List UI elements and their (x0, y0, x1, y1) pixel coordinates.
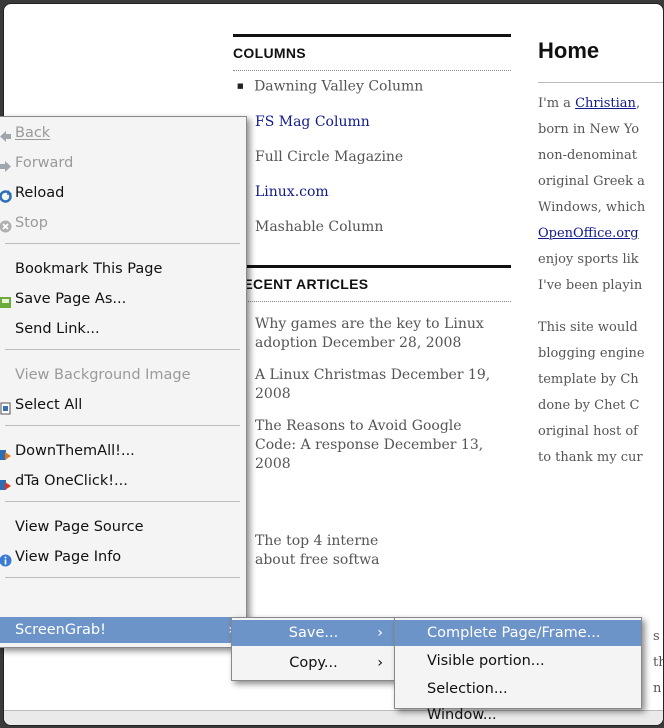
screengrab-submenu: Save... › Copy... › (231, 617, 396, 681)
christian-link[interactable]: Christian (575, 96, 636, 111)
menu-item-forward[interactable]: Forward (0, 150, 246, 176)
sidebar: COLUMNS Dawning Valley Column FS Mag Col… (233, 34, 511, 570)
save-submenu: Complete Page/Frame... Visible portion..… (394, 617, 642, 723)
article-item: A Linux Christmas December 19, 2008 (255, 366, 503, 404)
menu-item-window[interactable]: Window... (395, 702, 641, 728)
menu-item-send-link[interactable]: Send Link... (0, 316, 246, 342)
column-link-mashable[interactable]: Mashable Column (255, 219, 383, 235)
menu-item-selection[interactable]: Selection... (395, 676, 641, 702)
column-link-fsmag[interactable]: FS Mag Column (255, 114, 370, 130)
article-link[interactable]: about free softwa (255, 552, 379, 568)
menu-item-bookmark[interactable]: Bookmark This Page (0, 256, 246, 282)
info-icon (0, 550, 12, 567)
menu-item-view-source[interactable]: View Page Source (0, 514, 246, 540)
context-menu: Back Forward Reload Stop Bookmark This P… (0, 116, 247, 648)
home-text: I'm a Christian, born in New Yo non-deno… (538, 96, 646, 465)
menu-item-visible-portion[interactable]: Visible portion... (395, 648, 641, 674)
columns-widget-title: COLUMNS (233, 34, 511, 71)
forward-arrow-icon (0, 156, 12, 172)
column-link-linuxcom[interactable]: Linux.com (255, 184, 329, 200)
menu-item-save-page[interactable]: Save Page As... (0, 286, 246, 312)
article-date: December 28, 2008 (321, 334, 462, 351)
save-page-icon (0, 292, 12, 308)
article-item: Why games are the key to Linux adoption … (255, 315, 503, 353)
menu-item-stop[interactable]: Stop (0, 210, 246, 236)
reload-icon (0, 186, 12, 203)
menu-item-view-bg-image[interactable]: View Background Image (0, 362, 246, 388)
article-item: ■ The top 4 interne about free softwa (235, 532, 503, 570)
menu-item-copy[interactable]: Copy... › (232, 650, 395, 676)
select-all-icon (0, 398, 12, 415)
main-content: Home I'm a Christian, born in New Yo non… (538, 34, 663, 471)
openoffice-link[interactable]: OpenOffice.org (538, 226, 639, 241)
stop-icon (0, 216, 12, 233)
menu-separator (5, 425, 240, 426)
menu-item-complete-page[interactable]: Complete Page/Frame... (395, 620, 641, 646)
column-link-dawning[interactable]: Dawning Valley Column (254, 79, 423, 95)
menu-separator (5, 501, 240, 502)
columns-list: Dawning Valley Column FS Mag Column Full… (233, 77, 511, 237)
chevron-right-icon: › (377, 655, 383, 671)
menu-item-page-info[interactable]: View Page Info (0, 544, 246, 570)
chevron-right-icon: › (377, 625, 383, 641)
menu-item-save[interactable]: Save... › (232, 620, 395, 646)
menu-item-select-all[interactable]: Select All (0, 392, 246, 418)
menu-separator (5, 349, 240, 350)
dta-oneclick-icon (0, 474, 12, 490)
menu-separator (5, 243, 240, 244)
downthemall-icon (0, 444, 12, 460)
page-title: Home (538, 34, 663, 83)
menu-separator (5, 577, 240, 578)
back-arrow-icon (0, 126, 12, 142)
menu-item-screengrab[interactable]: ScreenGrab! › (0, 617, 246, 643)
article-item: The Reasons to Avoid Google Code: A resp… (255, 417, 503, 474)
column-link-fullcircle[interactable]: Full Circle Magazine (255, 149, 403, 165)
menu-item-dta-oneclick[interactable]: dTa OneClick!... (0, 468, 246, 494)
article-link[interactable]: The top 4 interne (255, 533, 378, 549)
menu-item-downthemall[interactable]: DownThemAll!... (0, 438, 246, 464)
article-link[interactable]: A Linux Christmas (255, 367, 386, 383)
menu-item-back[interactable]: Back (0, 120, 246, 146)
menu-item-reload[interactable]: Reload (0, 180, 246, 206)
recent-articles-title: RECENT ARTICLES (233, 264, 511, 302)
